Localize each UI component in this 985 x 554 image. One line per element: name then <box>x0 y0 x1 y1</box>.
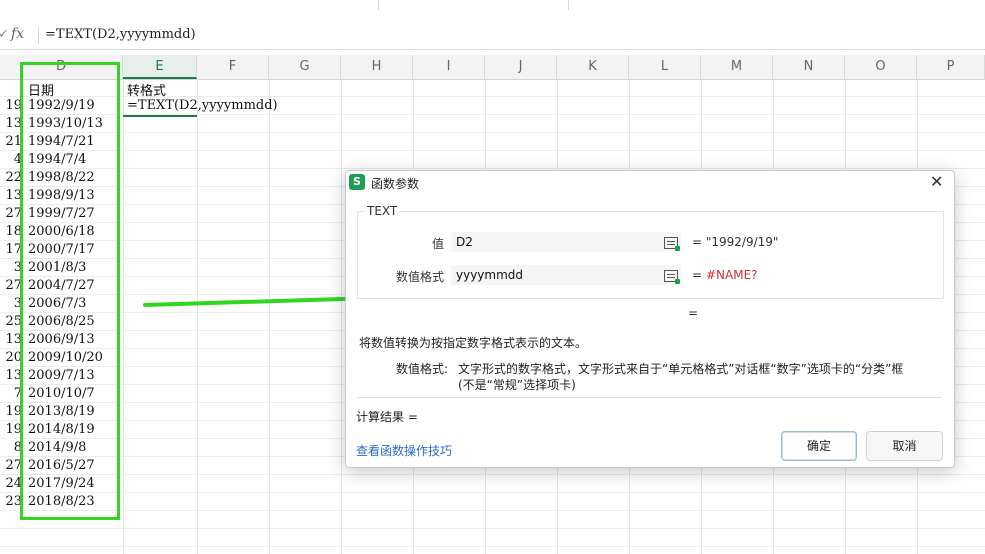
function-result-eq: = <box>688 306 699 320</box>
arg1-result: = "1992/9/19" <box>692 235 779 249</box>
dialog-divider <box>357 397 942 398</box>
param-help-text-2: (不是“常规”选择项卡) <box>458 378 576 392</box>
arg1-input[interactable]: D2 <box>451 232 681 252</box>
arg2-label: 数值格式 <box>395 270 444 284</box>
arg2-input[interactable]: yyyymmdd <box>451 265 681 285</box>
arg2-result-error: #NAME? <box>706 268 758 282</box>
calc-result-label: 计算结果 = <box>356 410 418 424</box>
cancel-button[interactable]: 取消 <box>866 431 943 461</box>
param-help-label: 数值格式: <box>396 362 449 376</box>
function-tips-link[interactable]: 查看函数操作技巧 <box>356 442 452 459</box>
function-name: TEXT <box>365 204 400 218</box>
function-description: 将数值转换为按指定数字格式表示的文本。 <box>359 336 588 350</box>
arguments-group <box>357 211 944 299</box>
dialog-title: 函数参数 <box>371 177 420 191</box>
app-logo-icon: S <box>349 174 365 190</box>
arg2-result-eq: = <box>692 268 703 282</box>
param-help-text: 文字形式的数字格式，文字形式来自于“单元格格式”对话框“数字”选项卡的“分类”框 <box>458 362 904 376</box>
range-select-icon[interactable] <box>664 237 680 251</box>
range-select-icon[interactable] <box>664 270 680 284</box>
ok-button[interactable]: 确定 <box>781 431 857 461</box>
function-arguments-dialog: S 函数参数 ✕ TEXT 值 D2 = "1992/9/19" 数值格式 yy… <box>345 170 955 468</box>
close-icon[interactable]: ✕ <box>930 172 943 191</box>
arg1-label: 值 <box>431 237 444 251</box>
